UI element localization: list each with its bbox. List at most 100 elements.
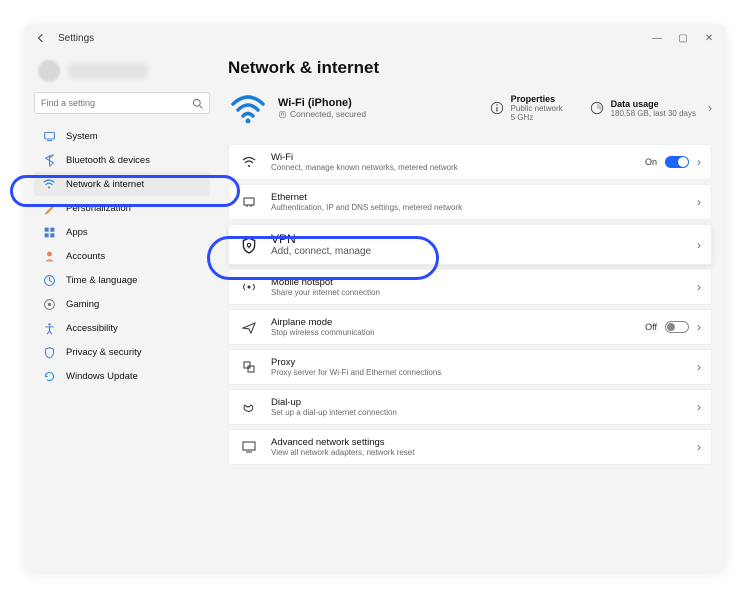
row-sub: Share your internet connection (271, 288, 697, 297)
sidebar-item-system[interactable]: System (34, 124, 210, 148)
sidebar-item-time[interactable]: Time & language (34, 268, 210, 292)
search-icon (192, 98, 203, 109)
wifi-name: Wi-Fi (iPhone) (278, 97, 366, 109)
row-airplane[interactable]: Airplane mode Stop wireless communicatio… (228, 309, 712, 345)
user-name-blurred (68, 63, 148, 79)
sidebar-item-accounts[interactable]: Accounts (34, 244, 210, 268)
sidebar-item-label: Personalization (66, 203, 131, 214)
sidebar-item-label: Apps (66, 227, 88, 238)
sidebar-item-label: Windows Update (66, 371, 138, 382)
row-title: Airplane mode (271, 317, 645, 328)
info-icon (489, 100, 505, 116)
search-box[interactable] (34, 92, 210, 114)
properties-sub2: 5 GHz (511, 113, 563, 122)
sidebar-item-label: Gaming (66, 299, 99, 310)
row-title: Proxy (271, 357, 697, 368)
airplane-icon (239, 317, 259, 337)
ethernet-icon (239, 192, 259, 212)
wifi-toggle[interactable] (665, 156, 689, 168)
row-ethernet[interactable]: Ethernet Authentication, IP and DNS sett… (228, 184, 712, 220)
wifi-icon (239, 152, 259, 172)
chevron-right-icon: › (697, 440, 701, 454)
chevron-right-icon: › (697, 195, 701, 209)
row-sub: Authentication, IP and DNS settings, met… (271, 203, 697, 212)
row-sub: Add, connect, manage (271, 246, 697, 257)
accounts-icon (42, 249, 56, 263)
avatar (38, 60, 60, 82)
sidebar-item-label: System (66, 131, 98, 142)
airplane-toggle[interactable] (665, 321, 689, 333)
wifi-state-label: On (645, 157, 657, 167)
properties-card[interactable]: Properties Public network 5 GHz (489, 94, 563, 122)
row-title: Advanced network settings (271, 437, 697, 448)
row-proxy[interactable]: Proxy Proxy server for Wi-Fi and Etherne… (228, 349, 712, 385)
update-icon (42, 369, 56, 383)
usage-label: Data usage (611, 99, 696, 109)
usage-sub: 180.58 GB, last 30 days (611, 109, 696, 118)
settings-window: Settings — ▢ ✕ System (24, 24, 726, 572)
row-advanced[interactable]: Advanced network settings View all netwo… (228, 429, 712, 465)
close-button[interactable]: ✕ (702, 33, 716, 44)
row-title: Wi-Fi (271, 152, 645, 163)
properties-label: Properties (511, 94, 563, 104)
top-summary: Wi-Fi (iPhone) Connected, secured Proper… (228, 88, 712, 128)
row-title: Ethernet (271, 192, 697, 203)
usage-card[interactable]: Data usage 180.58 GB, last 30 days (589, 99, 696, 118)
wifi-large-icon (228, 88, 268, 128)
sidebar-item-privacy[interactable]: Privacy & security (34, 340, 210, 364)
chevron-right-icon: › (697, 320, 701, 334)
proxy-icon (239, 357, 259, 377)
sidebar-item-label: Accounts (66, 251, 105, 262)
row-wifi[interactable]: Wi-Fi Connect, manage known networks, me… (228, 144, 712, 180)
maximize-button[interactable]: ▢ (676, 33, 690, 44)
titlebar: Settings — ▢ ✕ (24, 24, 726, 52)
sidebar-item-personalization[interactable]: Personalization (34, 196, 210, 220)
row-hotspot[interactable]: Mobile hotspot Share your internet conne… (228, 269, 712, 305)
wifi-status: Connected, secured (278, 109, 366, 119)
time-icon (42, 273, 56, 287)
sidebar: System Bluetooth & devices Network & int… (24, 52, 216, 572)
chevron-right-icon: › (697, 280, 701, 294)
search-input[interactable] (41, 98, 192, 108)
sidebar-item-bluetooth[interactable]: Bluetooth & devices (34, 148, 210, 172)
bluetooth-icon (42, 153, 56, 167)
sidebar-item-update[interactable]: Windows Update (34, 364, 210, 388)
dialup-icon (239, 397, 259, 417)
chevron-right-icon: › (697, 155, 701, 169)
wifi-summary[interactable]: Wi-Fi (iPhone) Connected, secured (228, 88, 477, 128)
back-button[interactable] (34, 31, 48, 45)
sidebar-item-gaming[interactable]: Gaming (34, 292, 210, 316)
main-panel: Network & internet Wi-Fi (iPhone) (216, 52, 726, 572)
page-title: Network & internet (228, 58, 712, 78)
row-sub: Connect, manage known networks, metered … (271, 163, 645, 172)
chevron-right-icon: › (697, 360, 701, 374)
sidebar-item-label: Accessibility (66, 323, 118, 334)
usage-icon (589, 100, 605, 116)
row-sub: Stop wireless communication (271, 328, 645, 337)
chevron-right-icon: › (708, 101, 712, 115)
window-controls: — ▢ ✕ (650, 33, 716, 44)
airplane-state-label: Off (645, 322, 657, 332)
row-vpn[interactable]: VPN Add, connect, manage › (228, 224, 712, 265)
system-icon (42, 129, 56, 143)
sidebar-item-accessibility[interactable]: Accessibility (34, 316, 210, 340)
accessibility-icon (42, 321, 56, 335)
sidebar-item-label: Bluetooth & devices (66, 155, 150, 166)
row-sub: Set up a dial-up internet connection (271, 408, 697, 417)
sidebar-item-label: Privacy & security (66, 347, 142, 358)
sidebar-item-label: Time & language (66, 275, 137, 286)
row-title: Mobile hotspot (271, 277, 697, 288)
user-profile[interactable] (38, 60, 210, 82)
row-sub: View all network adapters, network reset (271, 448, 697, 457)
minimize-button[interactable]: — (650, 33, 664, 44)
nav-list: System Bluetooth & devices Network & int… (34, 124, 210, 388)
row-dialup[interactable]: Dial-up Set up a dial-up internet connec… (228, 389, 712, 425)
app-title: Settings (58, 33, 650, 44)
sidebar-item-network[interactable]: Network & internet (34, 172, 210, 196)
advanced-icon (239, 437, 259, 457)
row-title: Dial-up (271, 397, 697, 408)
hotspot-icon (239, 277, 259, 297)
sidebar-item-apps[interactable]: Apps (34, 220, 210, 244)
apps-icon (42, 225, 56, 239)
wifi-icon (42, 177, 56, 191)
